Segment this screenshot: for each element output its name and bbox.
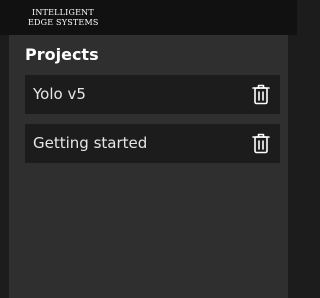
- project-item[interactable]: Yolo v5: [25, 75, 280, 114]
- trash-icon[interactable]: [252, 84, 270, 105]
- logo-line-1: INTELLIGENT: [32, 8, 94, 17]
- projects-panel: Projects Yolo v5 Getting started: [9, 35, 288, 298]
- top-bar: INTELLIGENT EDGE SYSTEMS: [0, 0, 297, 35]
- project-name: Getting started: [33, 134, 148, 152]
- app-window: INTELLIGENT EDGE SYSTEMS Projects Yolo v…: [0, 0, 297, 298]
- logo-line-2: EDGE SYSTEMS: [28, 18, 99, 27]
- panel-title: Projects: [25, 45, 99, 64]
- project-item[interactable]: Getting started: [25, 124, 280, 163]
- trash-icon[interactable]: [252, 133, 270, 154]
- company-logo[interactable]: INTELLIGENT EDGE SYSTEMS: [28, 8, 99, 28]
- project-name: Yolo v5: [33, 85, 86, 103]
